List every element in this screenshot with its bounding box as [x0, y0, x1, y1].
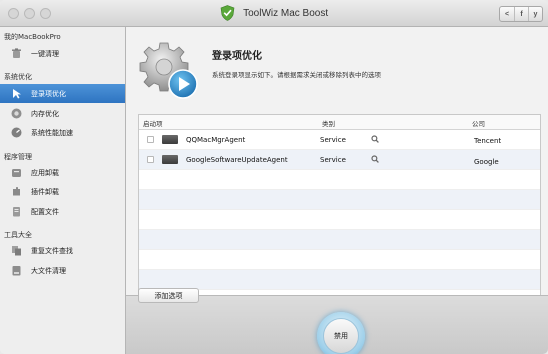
column-header-type[interactable]: 类别	[322, 118, 335, 128]
table-header: 启动项 类别 公司	[139, 115, 540, 130]
sidebar-item-label: 应用卸载	[31, 168, 59, 177]
startup-icon	[10, 88, 22, 100]
app-icon	[162, 155, 178, 164]
startup-type: Service	[320, 136, 346, 144]
section-title-tools: 工具大全	[4, 231, 32, 239]
gear-play-icon	[139, 42, 198, 99]
row-checkbox[interactable]	[147, 136, 154, 143]
page-title: 登录项优化	[212, 51, 262, 62]
magnifier-icon[interactable]	[371, 135, 379, 143]
startup-items-table: 启动项 类别 公司 QQMacMgrAgent Service Tencent …	[138, 114, 541, 304]
trash-icon	[10, 48, 22, 60]
sidebar-item-memory[interactable]: 内存优化	[0, 104, 125, 123]
sidebar-item-label: 登录项优化	[31, 89, 66, 98]
section-title-apps: 程序管理	[4, 153, 32, 161]
toolwiz-logo-icon	[220, 5, 235, 21]
app-window: ToolWiz Mac Boost < f y 我的MacBookPro 一键清…	[0, 0, 548, 354]
share-button-group: < f y	[499, 6, 543, 22]
column-header-company[interactable]: 公司	[472, 118, 485, 128]
sidebar-item-bigfile[interactable]: 大文件清理	[0, 261, 125, 280]
sidebar-item-speed[interactable]: 系统性能加速	[0, 123, 125, 142]
table-row-empty	[139, 170, 540, 190]
startup-company: Google	[474, 158, 499, 166]
table-row[interactable]: QQMacMgrAgent Service Tencent	[139, 130, 540, 150]
table-row-empty	[139, 190, 540, 210]
app-icon	[162, 135, 178, 144]
sidebar-item-duplicate[interactable]: 重复文件查找	[0, 241, 125, 260]
sidebar-item-plugin[interactable]: 插件卸载	[0, 182, 125, 201]
sidebar-item-label: 重复文件查找	[31, 246, 73, 255]
config-icon	[10, 206, 22, 218]
add-item-button[interactable]: 添加选项	[138, 288, 199, 303]
facebook-icon[interactable]: f	[514, 7, 528, 21]
sidebar-item-label: 插件卸载	[31, 187, 59, 196]
page-description: 系统登录项显示如下。请根据需求关闭或移除列表中的选项	[212, 71, 381, 79]
sidebar-item-startup[interactable]: 登录项优化	[0, 84, 125, 103]
startup-type: Service	[320, 156, 346, 164]
sidebar-item-label: 配置文件	[31, 207, 59, 216]
magnifier-icon[interactable]	[371, 155, 379, 163]
title-group: ToolWiz Mac Boost	[0, 5, 548, 21]
twitter-icon[interactable]: y	[528, 7, 542, 21]
disable-button[interactable]: 禁用	[323, 318, 359, 354]
table-row-empty	[139, 250, 540, 270]
app-title: ToolWiz Mac Boost	[243, 7, 329, 19]
uninstall-icon	[10, 167, 22, 179]
sidebar: 我的MacBookPro 一键清理 系统优化 登录项优化 内存优化 系统性能加速	[0, 27, 126, 354]
table-row-empty	[139, 210, 540, 230]
table-row[interactable]: GoogleSoftwareUpdateAgent Service Google	[139, 150, 540, 170]
sidebar-item-label: 内存优化	[31, 109, 59, 118]
startup-name: QQMacMgrAgent	[186, 136, 246, 144]
duplicate-icon	[10, 245, 22, 257]
device-name: 我的MacBookPro	[4, 33, 61, 41]
speed-icon	[10, 127, 22, 139]
sidebar-item-uninstall[interactable]: 应用卸载	[0, 163, 125, 182]
sidebar-item-config[interactable]: 配置文件	[0, 202, 125, 221]
section-title-system: 系统优化	[4, 73, 32, 81]
bigfile-icon	[10, 265, 22, 277]
sidebar-item-label: 系统性能加速	[31, 128, 73, 137]
title-bar: ToolWiz Mac Boost < f y	[0, 0, 548, 27]
column-header-startup[interactable]: 启动项	[143, 118, 163, 128]
plugin-icon	[10, 186, 22, 198]
sidebar-item-label: 大文件清理	[31, 266, 66, 275]
sidebar-item-label: 一键清理	[31, 49, 59, 58]
startup-company: Tencent	[474, 137, 502, 145]
row-checkbox[interactable]	[147, 156, 154, 163]
main-panel: 登录项优化 系统登录项显示如下。请根据需求关闭或移除列表中的选项 启动项 类别 …	[126, 27, 548, 354]
table-row-empty	[139, 230, 540, 250]
share-icon[interactable]: <	[500, 7, 514, 21]
sidebar-item-one-click-clean[interactable]: 一键清理	[0, 44, 125, 63]
startup-name: GoogleSoftwareUpdateAgent	[186, 156, 288, 164]
table-row-empty	[139, 270, 540, 290]
memory-icon	[10, 108, 22, 120]
